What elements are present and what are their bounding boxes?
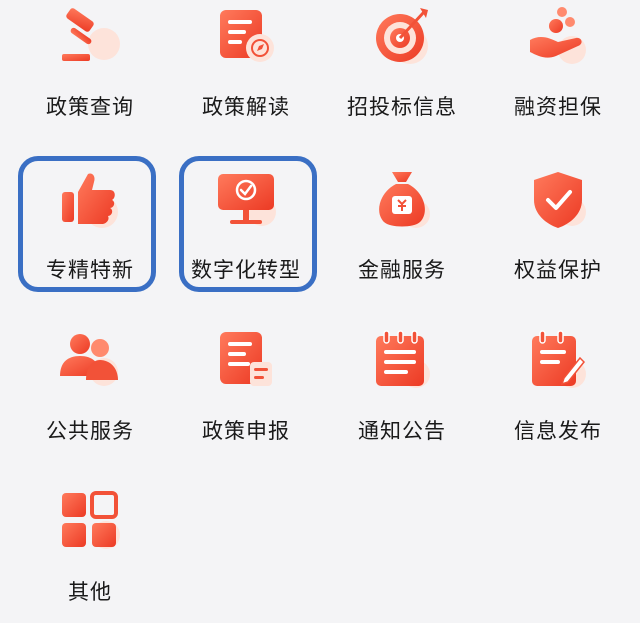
document-compass-icon — [214, 4, 278, 68]
menu-item-label: 权益保护 — [514, 258, 602, 282]
menu-item-policy-declaration[interactable]: 政策申报 — [176, 312, 316, 462]
menu-item-label: 政策查询 — [46, 95, 134, 119]
menu-item-label: 政策申报 — [202, 419, 290, 443]
hand-coins-icon — [526, 4, 590, 68]
menu-item-financial-services[interactable]: 金融服务 — [332, 150, 472, 300]
menu-item-policy-interpretation[interactable]: 政策解读 — [176, 0, 316, 138]
menu-item-rights-protection[interactable]: 权益保护 — [488, 150, 628, 300]
menu-item-label: 招投标信息 — [347, 95, 457, 119]
document-edit-icon — [526, 328, 590, 392]
menu-item-label: 信息发布 — [514, 419, 602, 443]
menu-item-policy-query[interactable]: 政策查询 — [20, 0, 160, 138]
menu-item-public-services[interactable]: 公共服务 — [20, 312, 160, 462]
menu-item-info-release[interactable]: 信息发布 — [488, 312, 628, 462]
menu-item-notices[interactable]: 通知公告 — [332, 312, 472, 462]
menu-item-other[interactable]: 其他 — [20, 473, 160, 623]
menu-item-label: 其他 — [68, 580, 112, 604]
menu-item-financing-guarantee[interactable]: 融资担保 — [488, 0, 628, 138]
highlight-box-digital-transformation — [179, 156, 317, 292]
menu-item-label: 政策解读 — [202, 95, 290, 119]
menu-item-label: 公共服务 — [46, 419, 134, 443]
grid-icon — [58, 489, 122, 553]
target-icon — [370, 4, 434, 68]
notepad-icon — [370, 328, 434, 392]
menu-item-bidding-info[interactable]: 招投标信息 — [332, 0, 472, 138]
menu-item-label: 通知公告 — [358, 419, 446, 443]
highlight-box-specialized-new — [18, 156, 156, 292]
report-form-icon — [214, 328, 278, 392]
shield-check-icon — [526, 168, 590, 232]
people-icon — [58, 328, 122, 392]
menu-item-label: 融资担保 — [514, 95, 602, 119]
service-menu-grid: 政策查询 政策解读 招投标信息 融资担保 专精特新 数字化转型 金融服务 权益保… — [0, 0, 640, 616]
menu-item-label: 金融服务 — [358, 258, 446, 282]
money-bag-icon — [370, 168, 434, 232]
gavel-icon — [58, 4, 122, 68]
